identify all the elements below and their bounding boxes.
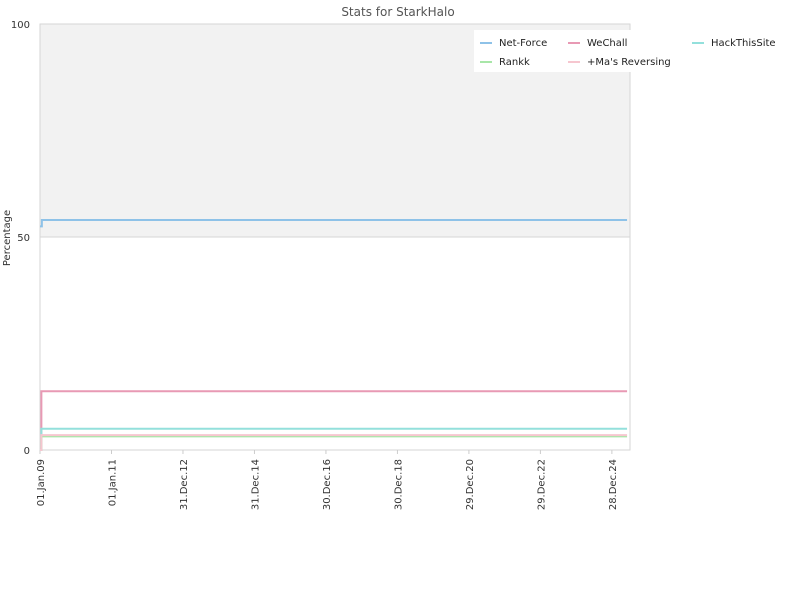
y-tick-label: 100	[11, 20, 30, 31]
y-axis-label: Percentage	[2, 210, 13, 266]
x-tick-label: 01.Jan.09	[36, 459, 47, 506]
series-line-wechall	[40, 390, 628, 451]
legend[interactable]: Net-Force WeChall HackThisSite Rankk +Ma's R…	[474, 30, 800, 72]
chart-title: Stats for StarkHalo	[341, 5, 454, 19]
y-tick-label: 0	[24, 446, 30, 457]
legend-label: HackThisSite	[711, 38, 776, 49]
legend-label: +Ma's Reversing	[587, 57, 671, 68]
legend-label: Net-Force	[499, 38, 547, 49]
series-lines	[40, 218, 628, 451]
series-line-rankk	[40, 435, 628, 451]
x-tick-label: 01.Jan.11	[107, 459, 118, 506]
legend-label: WeChall	[587, 38, 627, 49]
y-axis-ticks: 0 50 100	[11, 20, 30, 457]
series-line-hackthissite	[40, 427, 628, 451]
chart: Stats for StarkHalo Percentage 0 50 100 01…	[2, 5, 800, 510]
x-tick-label: 29.Dec.20	[465, 459, 476, 510]
legend-label: Rankk	[499, 57, 530, 68]
x-tick-label: 29.Dec.22	[536, 459, 547, 510]
x-axis-ticks: 01.Jan.09 01.Jan.11 31.Dec.12 31.Dec.14 30.D…	[36, 450, 619, 510]
x-tick-label: 28.Dec.24	[608, 459, 619, 510]
x-tick-label: 31.Dec.12	[179, 459, 190, 510]
x-tick-label: 30.Dec.16	[322, 459, 333, 510]
x-tick-label: 30.Dec.18	[393, 459, 404, 510]
x-tick-label: 31.Dec.14	[250, 459, 261, 510]
y-tick-label: 50	[17, 233, 30, 244]
